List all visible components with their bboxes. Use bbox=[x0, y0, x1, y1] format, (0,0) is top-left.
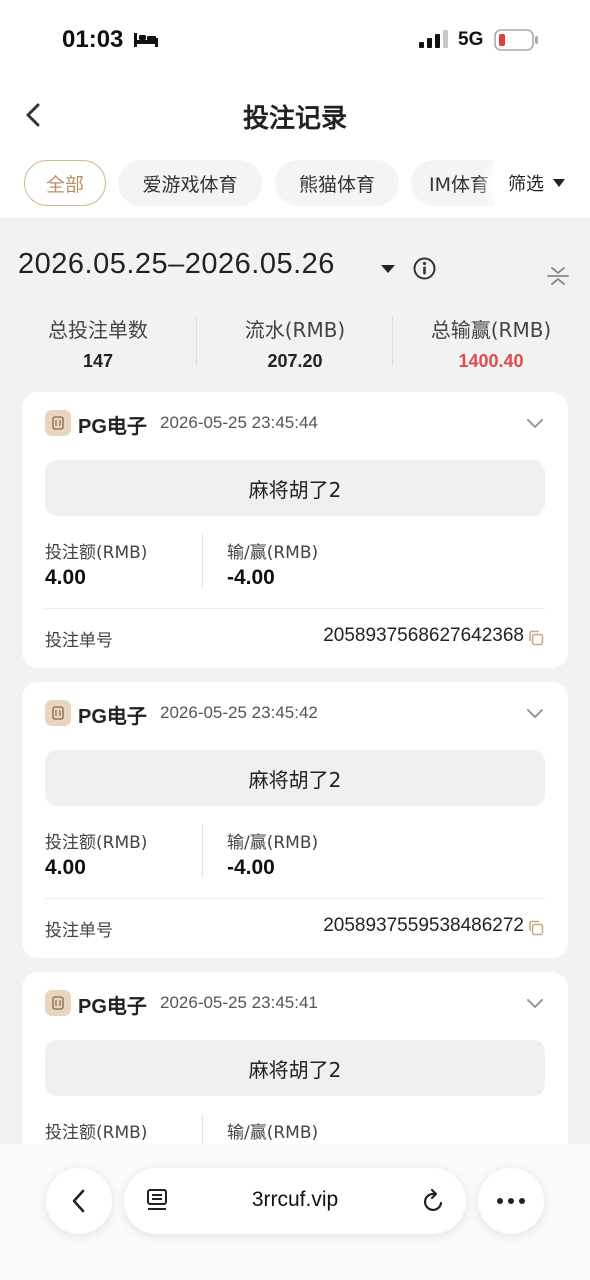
copy-icon[interactable] bbox=[528, 920, 544, 936]
order-number-label: 投注单号 bbox=[45, 921, 113, 941]
more-button[interactable] bbox=[478, 1168, 544, 1234]
bet-amount-label: 投注额(RMB) bbox=[45, 543, 148, 563]
summary-value: 207.20 bbox=[267, 351, 323, 371]
divider bbox=[202, 534, 203, 588]
game-name: 麻将胡了2 bbox=[45, 750, 545, 806]
nav-header: 投注记录 bbox=[0, 80, 590, 150]
bet-record-card[interactable]: PG电子 2026-05-25 23:45:44 麻将胡了2 投注额(RMB) … bbox=[22, 392, 568, 668]
tab-panda-sports[interactable]: 熊猫体育 bbox=[275, 160, 399, 206]
more-icon bbox=[497, 1198, 525, 1204]
summary-stats: 总投注单数 147 流水(RMB) 207.20 总输赢(RMB) 1400.4… bbox=[0, 314, 590, 378]
provider-icon bbox=[45, 990, 71, 1016]
summary-total-winloss: 总输赢(RMB) 1400.40 bbox=[393, 314, 589, 372]
divider bbox=[202, 824, 203, 878]
browser-back-button[interactable] bbox=[46, 1168, 112, 1234]
filter-button[interactable]: 筛选 bbox=[494, 160, 590, 206]
bet-amount-label: 投注额(RMB) bbox=[45, 833, 148, 853]
status-bar: 01:03 5G bbox=[0, 0, 590, 80]
winloss-label: 输/赢(RMB) bbox=[227, 543, 319, 563]
filter-label: 筛选 bbox=[508, 174, 544, 195]
summary-label: 总输赢(RMB) bbox=[430, 318, 552, 342]
browser-toolbar: 3rrcuf.vip bbox=[0, 1144, 590, 1280]
caret-down-icon bbox=[553, 179, 565, 187]
provider-icon bbox=[45, 410, 71, 436]
bet-amount: 4.00 bbox=[45, 566, 86, 589]
tab-all[interactable]: 全部 bbox=[24, 160, 106, 206]
bet-time: 2026-05-25 23:45:44 bbox=[160, 413, 318, 432]
provider-icon bbox=[45, 700, 71, 726]
summary-label: 流水(RMB) bbox=[244, 318, 346, 342]
copy-icon[interactable] bbox=[528, 630, 544, 646]
winloss-label: 输/赢(RMB) bbox=[227, 833, 319, 853]
summary-label: 总投注单数 bbox=[48, 318, 148, 342]
order-number: 2058937559538486272 bbox=[323, 915, 524, 936]
collapse-icon[interactable] bbox=[546, 264, 570, 288]
reload-icon[interactable] bbox=[422, 1188, 446, 1214]
bet-amount: 4.00 bbox=[45, 856, 86, 879]
date-range-selector[interactable]: 2026.05.25–2026.05.26 bbox=[18, 248, 335, 281]
tab-aiyouxi-sports[interactable]: 爱游戏体育 bbox=[118, 160, 262, 206]
provider-tabs: 全部 爱游戏体育 熊猫体育 IM体育 筛选 bbox=[0, 158, 590, 212]
winloss-label: 输/赢(RMB) bbox=[227, 1123, 319, 1143]
bed-icon bbox=[134, 33, 158, 47]
chevron-down-icon[interactable] bbox=[526, 706, 544, 720]
bet-amount-label: 投注额(RMB) bbox=[45, 1123, 148, 1143]
divider bbox=[45, 898, 545, 899]
battery-icon bbox=[494, 29, 538, 51]
summary-turnover: 流水(RMB) 207.20 bbox=[197, 314, 393, 372]
address-bar[interactable]: 3rrcuf.vip bbox=[124, 1168, 466, 1234]
winloss-amount: -4.00 bbox=[227, 566, 275, 589]
status-time: 01:03 bbox=[62, 26, 124, 53]
divider bbox=[45, 608, 545, 609]
bet-time: 2026-05-25 23:45:41 bbox=[160, 993, 318, 1012]
chevron-down-icon[interactable] bbox=[526, 996, 544, 1010]
bet-time: 2026-05-25 23:45:42 bbox=[160, 703, 318, 722]
game-name: 麻将胡了2 bbox=[45, 1040, 545, 1096]
order-number: 2058937568627642368 bbox=[323, 625, 524, 646]
info-icon[interactable] bbox=[413, 257, 436, 280]
provider-name: PG电子 bbox=[78, 996, 147, 1018]
chevron-down-icon[interactable] bbox=[526, 416, 544, 430]
url-text: 3rrcuf.vip bbox=[251, 1188, 339, 1211]
order-number-label: 投注单号 bbox=[45, 631, 113, 651]
provider-name: PG电子 bbox=[78, 706, 147, 728]
summary-total-orders: 总投注单数 147 bbox=[0, 314, 196, 372]
caret-down-icon[interactable] bbox=[380, 264, 396, 274]
game-name: 麻将胡了2 bbox=[45, 460, 545, 516]
winloss-amount: -4.00 bbox=[227, 856, 275, 879]
network-label: 5G bbox=[458, 29, 484, 50]
signal-icon bbox=[419, 30, 448, 48]
records-content: 2026.05.25–2026.05.26 总投注单数 147 流水(RMB) … bbox=[0, 218, 590, 1280]
summary-value: 1400.40 bbox=[458, 351, 524, 371]
page-title: 投注记录 bbox=[242, 104, 347, 134]
provider-name: PG电子 bbox=[78, 416, 147, 438]
bet-record-card[interactable]: PG电子 2026-05-25 23:45:42 麻将胡了2 投注额(RMB) … bbox=[22, 682, 568, 958]
summary-value: 147 bbox=[82, 351, 114, 371]
back-icon bbox=[72, 1189, 85, 1213]
